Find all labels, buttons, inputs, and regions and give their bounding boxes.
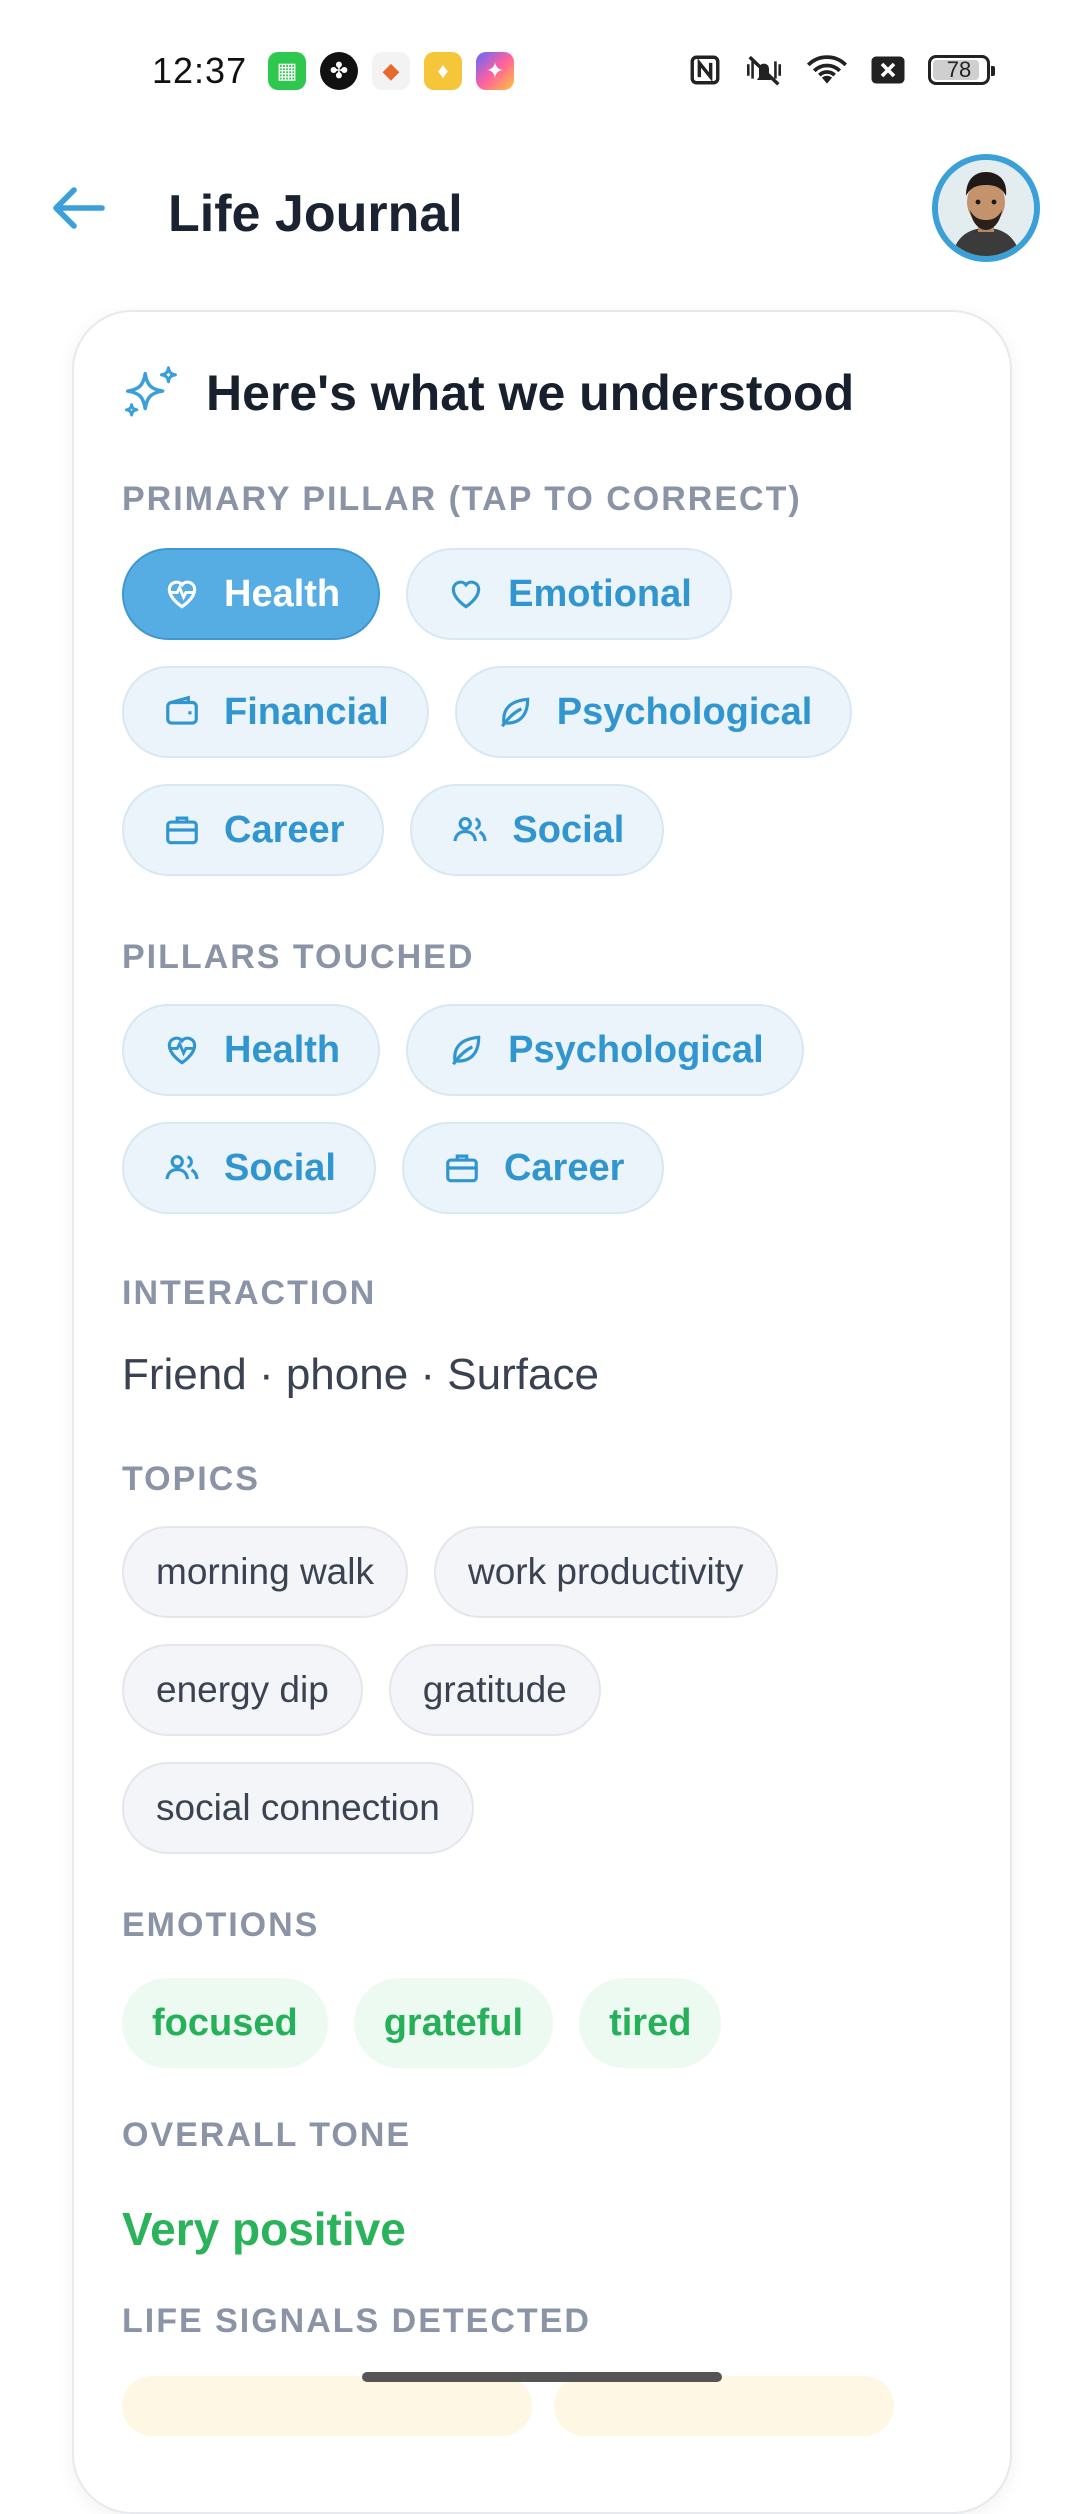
pillar-chip-label: Financial [224,690,389,733]
users-icon [162,1148,202,1188]
user-photo-icon [938,160,1034,256]
card-title: Here's what we understood [206,365,855,421]
avatar[interactable] [932,154,1040,262]
emotions-chips: focused grateful tired [122,1978,962,2068]
battery-level: 78 [946,57,972,82]
topic-chip[interactable]: social connection [122,1762,474,1854]
sparkles-icon [124,366,177,417]
emotion-chip[interactable]: tired [579,1978,722,2068]
briefcase-icon [162,810,202,850]
pillar-chip-label: Health [224,572,341,615]
emotion-chip[interactable]: grateful [353,1978,554,2068]
leaf-icon [446,1030,486,1070]
interaction-label: INTERACTION [122,1274,377,1312]
pillar-chip-emotional[interactable]: Emotional [406,548,732,640]
interaction-value: Friend · phone · Surface [122,1350,599,1399]
wifi-icon [806,55,848,84]
touched-chip-social[interactable]: Social [122,1122,376,1214]
pillar-chip-social[interactable]: Social [410,784,665,876]
touched-chip-career[interactable]: Career [401,1122,665,1214]
app-header: Life Journal [0,140,1080,290]
touched-chip-health[interactable]: Health [122,1004,381,1096]
touched-chip-label: Career [503,1146,625,1189]
pillar-chip-label: Career [224,808,345,851]
pillar-chip-health[interactable]: Health [122,548,381,640]
heart-pulse-icon [162,1030,202,1070]
pillar-chip-financial[interactable]: Financial [122,666,429,758]
pillars-touched-label: PILLARS TOUCHED [122,938,475,976]
arrow-left-icon [53,187,105,229]
primary-pillar-chips: Health Emotional Financial Psychological… [122,548,962,876]
mute-vibrate-icon [747,55,781,86]
home-indicator[interactable] [362,2372,722,2382]
life-signal-chip[interactable] [122,2376,532,2436]
rewards-app-icon: ♦ [424,52,462,90]
topic-chip[interactable]: energy dip [122,1644,363,1736]
pillar-chip-career[interactable]: Career [122,784,385,876]
overall-tone-value: Very positive [122,2203,406,2255]
primary-pillar-label: PRIMARY PILLAR (TAP TO CORRECT) [122,480,802,518]
game-app-icon: ◆ [372,52,410,90]
users-icon [450,810,490,850]
topics-label: TOPICS [122,1460,260,1498]
battery-icon: 78 [928,55,995,85]
pillar-chip-label: Social [512,808,625,851]
notification-icons: ▦ ✤ ◆ ♦ ✦ [268,52,514,90]
page-title: Life Journal [168,185,463,243]
status-time: 12:37 [152,50,248,91]
topics-chips: morning walk work productivity energy di… [122,1526,962,1854]
back-button[interactable] [48,178,108,238]
nfc-icon [690,55,720,85]
topic-chip[interactable]: gratitude [388,1644,601,1736]
pillar-chip-psychological[interactable]: Psychological [454,666,853,758]
card-header: Here's what we understood [120,362,854,424]
topic-chip[interactable]: work productivity [433,1526,778,1618]
heart-pulse-icon [162,574,202,614]
overall-tone-label: OVERALL TONE [122,2116,412,2154]
heart-icon [446,574,486,614]
no-sim-icon [871,56,905,84]
status-bar: 12:37 ▦ ✤ ◆ ♦ ✦ 78 [0,0,1080,140]
pillars-touched-chips: Health Psychological Social Career [122,1004,962,1214]
emotions-label: EMOTIONS [122,1906,320,1944]
clover-app-icon: ✤ [320,52,358,90]
touched-chip-label: Psychological [508,1028,764,1071]
emotion-chip[interactable]: focused [122,1978,328,2068]
briefcase-icon [442,1148,482,1188]
topic-chip[interactable]: morning walk [122,1526,408,1618]
life-signals-label: LIFE SIGNALS DETECTED [122,2302,591,2340]
system-icons: 78 [688,52,995,88]
assistant-app-icon: ✦ [476,52,514,90]
touched-chip-label: Social [224,1146,336,1189]
calculator-app-icon: ▦ [268,52,306,90]
pillar-chip-label: Psychological [556,690,813,733]
leaf-icon [495,692,535,732]
wallet-icon [162,692,202,732]
touched-chip-label: Health [224,1028,341,1071]
touched-chip-psychological[interactable]: Psychological [406,1004,804,1096]
life-signal-chip[interactable] [554,2376,894,2436]
analysis-card: Here's what we understood PRIMARY PILLAR… [72,310,1012,2514]
pillar-chip-label: Emotional [508,572,692,615]
